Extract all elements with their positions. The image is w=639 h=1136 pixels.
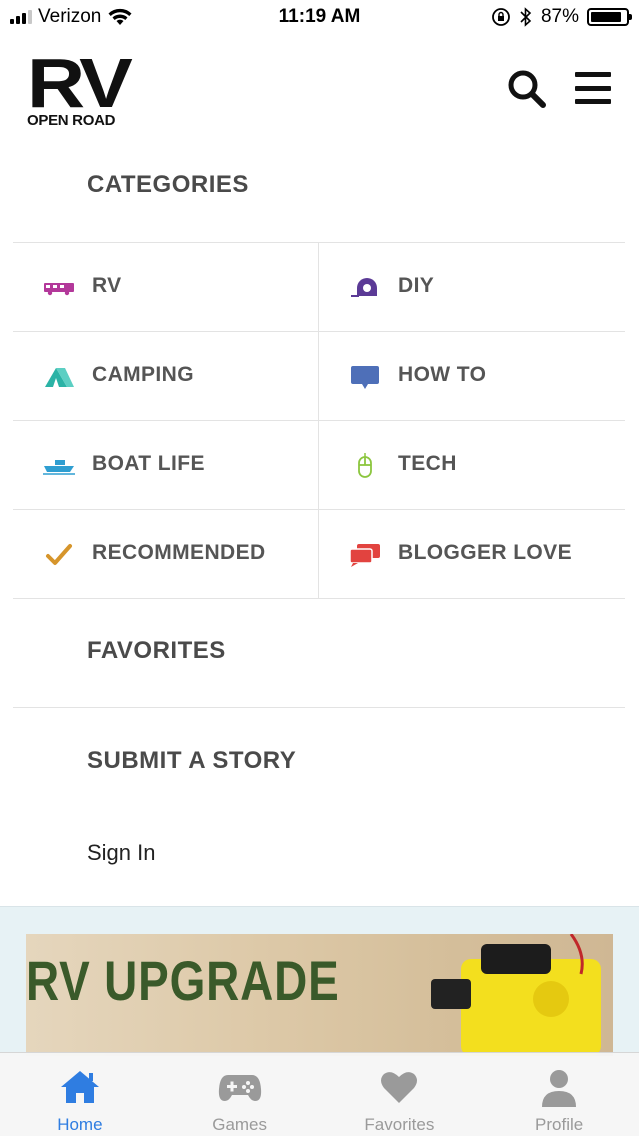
category-rv[interactable]: RV	[13, 243, 319, 331]
category-recommended[interactable]: RECOMMENDED	[13, 510, 319, 598]
search-icon	[508, 70, 546, 108]
logo-main-text: RV	[27, 44, 133, 122]
menu-line	[575, 85, 611, 91]
battery-icon	[587, 8, 632, 26]
sign-in-link[interactable]: Sign In	[87, 840, 156, 866]
search-button[interactable]	[506, 68, 548, 110]
category-row: CAMPING HOW TO	[13, 332, 625, 421]
menu-line	[575, 99, 611, 104]
person-icon	[537, 1067, 581, 1107]
category-camping[interactable]: CAMPING	[13, 332, 319, 420]
tent-icon	[43, 361, 75, 393]
ad-banner[interactable]: RV UPGRADE	[26, 934, 613, 1056]
category-tech[interactable]: TECH	[319, 421, 625, 509]
rv-open-road-logo[interactable]: RV OPEN ROAD	[27, 48, 145, 129]
home-icon	[58, 1067, 102, 1107]
battery-percent: 87%	[540, 6, 579, 27]
category-label: BLOGGER LOVE	[398, 541, 572, 564]
category-diy[interactable]: DIY	[319, 243, 625, 331]
checkmark-icon	[43, 539, 75, 571]
menu-line	[575, 72, 611, 77]
tab-label: Profile	[535, 1115, 584, 1134]
favorites-link[interactable]: FAVORITES	[87, 637, 226, 665]
battery-fill	[591, 12, 621, 22]
status-bar: Verizon 11:19 AM 87%	[0, 0, 639, 36]
chat-bubbles-icon	[349, 539, 381, 571]
heart-icon	[377, 1067, 421, 1107]
app-header: RV OPEN ROAD	[0, 48, 639, 130]
tab-label: Favorites	[364, 1115, 435, 1134]
water-pump-image	[431, 934, 601, 1056]
categories-grid: RV DIY CAMPING HOW TO BOAT LIFE TECH REC…	[13, 242, 625, 599]
tab-home[interactable]: Home	[0, 1053, 160, 1136]
mouse-icon	[349, 450, 381, 482]
category-label: HOW TO	[398, 363, 487, 386]
category-label: DIY	[398, 274, 435, 297]
rv-icon	[43, 272, 75, 304]
bluetooth-icon	[520, 7, 532, 27]
chat-bubble-icon	[349, 361, 381, 393]
category-row: RV DIY	[13, 243, 625, 332]
category-how-to[interactable]: HOW TO	[319, 332, 625, 420]
categories-heading: CATEGORIES	[87, 171, 249, 198]
category-label: BOAT LIFE	[92, 452, 205, 475]
tab-profile[interactable]: Profile	[479, 1053, 639, 1136]
category-label: RECOMMENDED	[92, 541, 266, 564]
ad-headline: RV UPGRADE	[26, 949, 340, 1012]
tab-games[interactable]: Games	[160, 1053, 320, 1136]
gamepad-icon	[218, 1067, 262, 1107]
category-row: BOAT LIFE TECH	[13, 421, 625, 510]
submit-story-link[interactable]: SUBMIT A STORY	[87, 747, 296, 775]
category-label: RV	[92, 274, 122, 297]
tab-label: Home	[57, 1115, 103, 1134]
boat-icon	[43, 450, 75, 482]
category-row: RECOMMENDED BLOGGER LOVE	[13, 510, 625, 599]
orientation-lock-icon	[492, 8, 510, 26]
tab-favorites[interactable]: Favorites	[320, 1053, 480, 1136]
category-boat-life[interactable]: BOAT LIFE	[13, 421, 319, 509]
status-right: 87%	[491, 6, 632, 28]
divider	[13, 707, 625, 708]
category-label: CAMPING	[92, 363, 194, 386]
tape-measure-icon	[349, 272, 381, 304]
hamburger-menu-button[interactable]	[575, 72, 611, 104]
tab-label: Games	[212, 1115, 268, 1134]
bottom-tab-bar: Home Games Favorites Profile	[0, 1052, 639, 1136]
category-blogger-love[interactable]: BLOGGER LOVE	[319, 510, 625, 598]
category-label: TECH	[398, 452, 457, 475]
